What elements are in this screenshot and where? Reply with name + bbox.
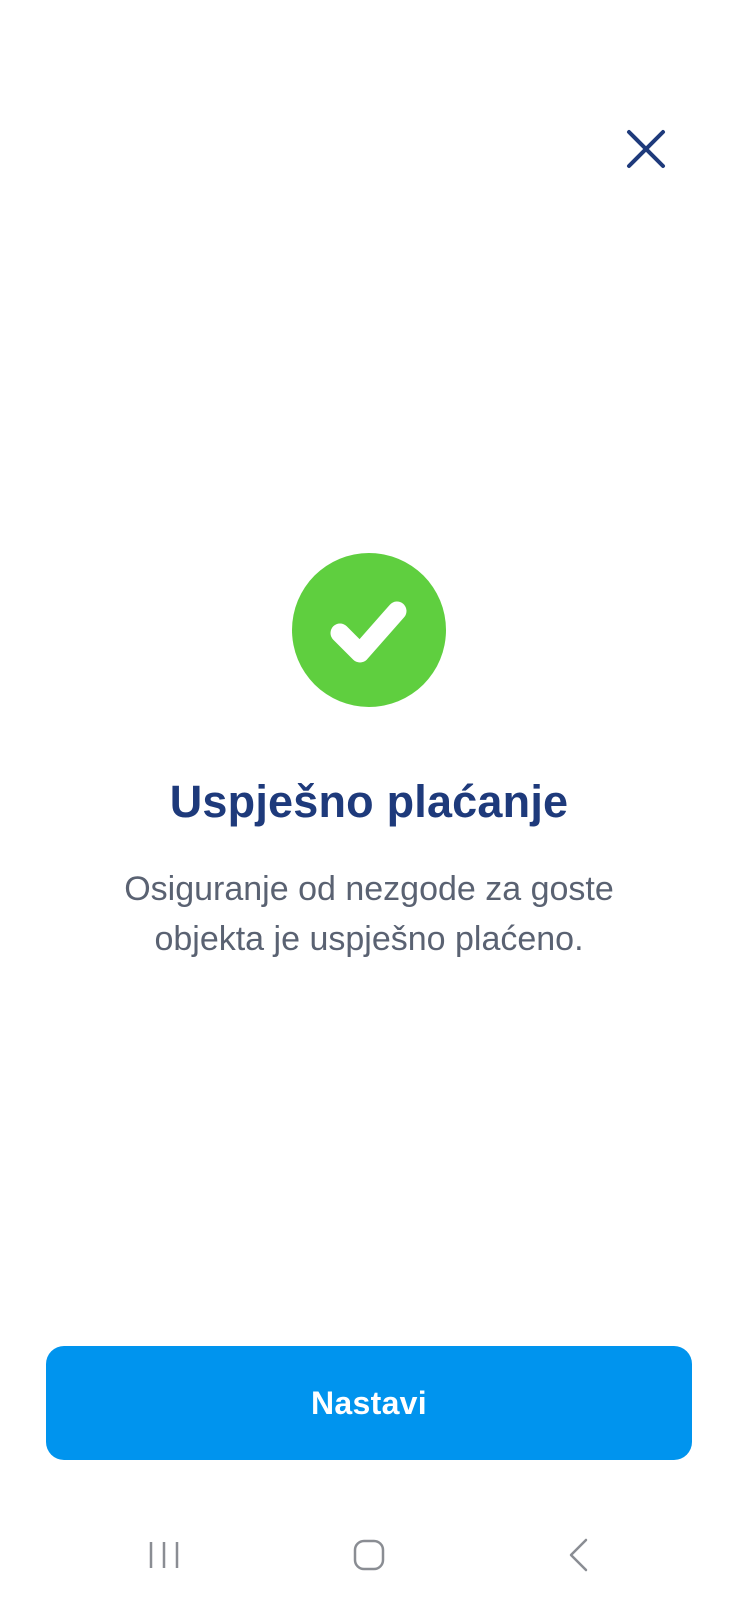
close-icon bbox=[627, 130, 665, 168]
continue-button[interactable]: Nastavi bbox=[46, 1346, 692, 1460]
checkmark-icon bbox=[330, 601, 407, 663]
page-title: Uspješno plaćanje bbox=[169, 776, 569, 827]
status-message: Osiguranje od nezgode za goste objekta j… bbox=[124, 870, 614, 958]
back-icon bbox=[569, 1538, 588, 1572]
system-navigation-bar bbox=[0, 1520, 738, 1590]
success-badge bbox=[292, 553, 446, 707]
recents-button[interactable] bbox=[134, 1530, 194, 1580]
home-button[interactable] bbox=[339, 1530, 399, 1580]
back-button[interactable] bbox=[549, 1530, 609, 1580]
recents-icon bbox=[149, 1542, 179, 1568]
close-button[interactable] bbox=[620, 123, 672, 175]
home-icon bbox=[353, 1539, 385, 1571]
